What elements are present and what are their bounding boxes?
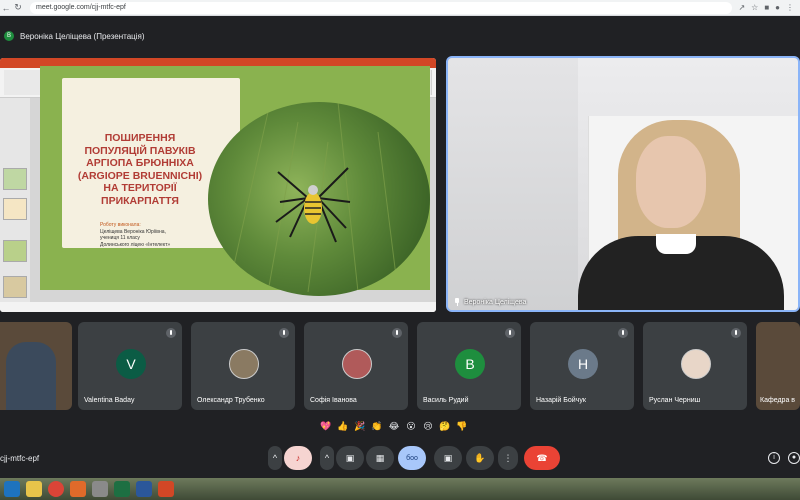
mic-off-icon [279, 328, 289, 338]
browser-menu-icon[interactable]: ⋮ [786, 3, 794, 12]
start-icon[interactable] [4, 481, 20, 497]
more-options-button[interactable]: ⋮ [498, 446, 518, 470]
slide-title-line: АРГІОПА БРЮННІХА [86, 157, 194, 169]
camera-button[interactable]: ▣ [336, 446, 364, 470]
powerpoint-statusbar [0, 302, 436, 312]
participant-tile[interactable]: Софія Іванова [304, 322, 408, 410]
avatar: B [455, 349, 485, 379]
participant-name: Василь Рудий [423, 397, 469, 404]
participant-name: Кафедра в [760, 397, 796, 404]
avatar: V [116, 349, 146, 379]
speaker-collar [656, 234, 696, 254]
present-button[interactable]: ▣ [434, 446, 462, 470]
avatar: H [568, 349, 598, 379]
slide-thumbnails [0, 98, 30, 302]
participant-tile[interactable]: Кафедра в [756, 322, 800, 410]
pin-icon[interactable] [454, 298, 460, 306]
slide-title: ПОШИРЕННЯ ПОПУЛЯЦІЙ ПАВУКІВ АРГІОПА БРЮН… [60, 132, 220, 207]
star-icon[interactable]: ☆ [751, 3, 758, 12]
slide-author-line: Долинського ліцею «Інтелект» [100, 241, 171, 248]
participant-name: Софія Іванова [310, 397, 357, 404]
spider-photo [208, 102, 430, 296]
reaction-heart[interactable]: 💖 [318, 416, 334, 436]
reaction-party[interactable]: 🎉 [352, 416, 368, 436]
people-icon[interactable]: ● [788, 452, 800, 464]
participant-tile[interactable]: H Назарій Бойчук [530, 322, 634, 410]
reaction-laugh[interactable]: 😂 [386, 416, 402, 436]
speaker-face [636, 136, 706, 228]
explorer-icon[interactable] [26, 481, 42, 497]
slide-thumbnail[interactable] [3, 276, 27, 298]
slide-title-line: НА ТЕРИТОРІЇ [103, 182, 177, 194]
raise-hand-button[interactable]: ✋ [466, 446, 494, 470]
address-bar[interactable]: meet.google.com/cjj-mtfc-epf [30, 1, 733, 14]
participant-tile[interactable]: Олександр Трубенко [191, 322, 295, 410]
reaction-thumbs-up[interactable]: 👍 [335, 416, 351, 436]
slide-title-line: ПОШИРЕННЯ [104, 132, 176, 144]
spider-illustration [227, 102, 399, 293]
presenter-label: Вероніка Целіщева (Презентація) [20, 31, 145, 41]
mic-off-icon [392, 328, 402, 338]
reload-icon[interactable]: ↻ [12, 2, 24, 13]
participant-tile[interactable] [0, 322, 72, 410]
reaction-sad[interactable]: 😢 [420, 416, 436, 436]
slide-author-block: Роботу виконала: Целіщева Вероніка Юріїв… [100, 222, 210, 248]
wall [448, 58, 582, 310]
speaker-video-tile[interactable]: Вероніка Целіщева [446, 56, 800, 312]
mic-off-icon [731, 328, 741, 338]
speaker-name-overlay: Вероніка Целіщева [454, 298, 526, 306]
back-icon[interactable]: ← [0, 3, 12, 13]
mic-options-button[interactable]: ^ [268, 446, 282, 470]
participant-name: Олександр Трубенко [197, 397, 265, 404]
extensions-icon[interactable]: ■ [764, 3, 769, 12]
presenter-header: В Вероніка Целіщева (Презентація) [0, 26, 800, 46]
word-icon[interactable] [136, 481, 152, 497]
meet-window: ← ↻ meet.google.com/cjj-mtfc-epf ↗ ☆ ■ ●… [0, 0, 800, 500]
participant-name: Valentina Baday [84, 397, 135, 404]
powerpoint-icon[interactable] [158, 481, 174, 497]
slide-thumbnail[interactable] [3, 198, 27, 220]
slide-title-line: ПОПУЛЯЦІЙ ПАВУКІВ [84, 144, 196, 157]
camera-options-button[interactable]: ^ [320, 446, 334, 470]
end-call-button[interactable]: ☎ [524, 446, 560, 470]
participant-name: Назарій Бойчук [536, 397, 586, 404]
slide-thumbnail[interactable] [3, 240, 27, 262]
media-icon[interactable] [70, 481, 86, 497]
share-icon[interactable]: ↗ [738, 3, 745, 12]
slide-thumbnail[interactable] [3, 168, 27, 190]
app-icon[interactable] [92, 481, 108, 497]
reaction-bar: 💖 👍 🎉 👏 😂 😮 😢 🤔 👎 [318, 416, 470, 436]
profile-icon[interactable]: ● [775, 3, 780, 12]
participant-tile[interactable]: Руслан Черниш [643, 322, 747, 410]
mic-off-icon [618, 328, 628, 338]
mic-off-button[interactable]: ♪ [284, 446, 312, 470]
avatar [342, 349, 372, 379]
reaction-thumbs-down[interactable]: 👎 [454, 416, 470, 436]
participant-tile[interactable]: B Василь Рудий [417, 322, 521, 410]
meeting-code: cjj-mtfc-epf [0, 454, 40, 463]
taskbar [0, 478, 800, 500]
reaction-surprised[interactable]: 😮 [403, 416, 419, 436]
reaction-clap[interactable]: 👏 [369, 416, 385, 436]
presenter-avatar: В [4, 31, 14, 41]
slide-title-line: ПРИКАРПАТТЯ [101, 194, 179, 207]
participant-tile[interactable]: V Valentina Baday [78, 322, 182, 410]
mic-off-icon [505, 328, 515, 338]
participant-name: Руслан Черниш [649, 397, 701, 404]
avatar [229, 349, 259, 379]
slide-title-line: (ARGIOPE BRUENNICHI) [77, 169, 203, 182]
mic-off-icon [166, 328, 176, 338]
reaction-thinking[interactable]: 🤔 [437, 416, 453, 436]
browser-toolbar: ← ↻ meet.google.com/cjj-mtfc-epf ↗ ☆ ■ ●… [0, 0, 800, 16]
info-icon[interactable]: i [768, 452, 780, 464]
captions-button[interactable]: ▦ [366, 446, 394, 470]
reactions-button[interactable]: боо [398, 446, 426, 470]
speaker-name: Вероніка Целіщева [464, 298, 527, 306]
chrome-icon[interactable] [48, 481, 64, 497]
avatar [681, 349, 711, 379]
excel-icon[interactable] [114, 481, 130, 497]
